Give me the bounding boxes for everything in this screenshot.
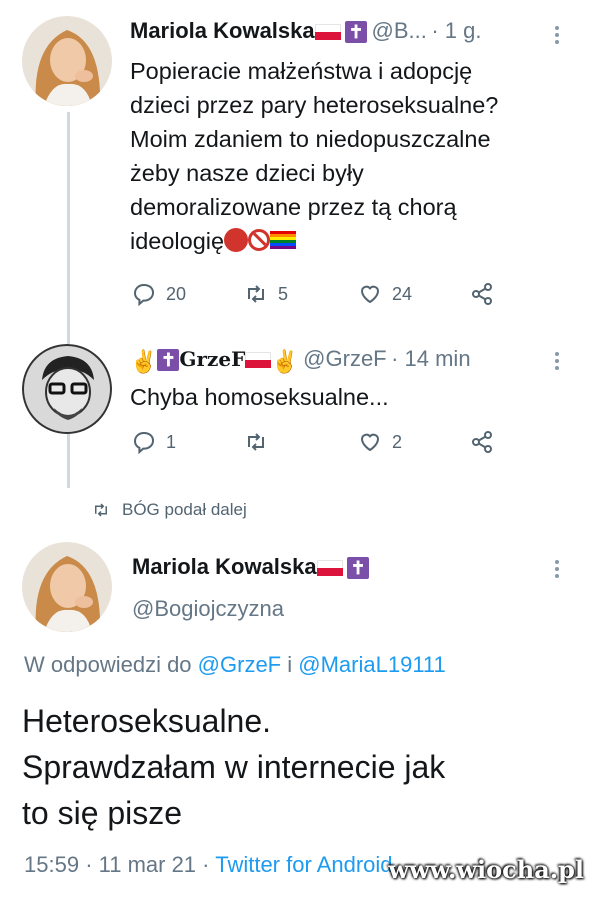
tweet-time[interactable]: · 1 g. <box>431 18 481 43</box>
tweet-text-last: ideologię <box>130 228 225 254</box>
avatar-mariola[interactable] <box>22 16 112 106</box>
victory-hand-icon: ✌ <box>271 348 299 374</box>
tweet-text-line: Sprawdzałam w internecie jak <box>22 749 446 785</box>
tweet-text-line: Popieracie małżeństwa i adopcję <box>130 58 473 84</box>
like-button[interactable]: 24 <box>358 282 470 306</box>
tweet-text-line: ideologię <box>130 224 498 258</box>
retweet-button[interactable] <box>244 430 358 454</box>
tweet-meta: 15:59 · 11 mar 21 · Twitter for Android <box>24 852 393 878</box>
avatar-mariola[interactable] <box>22 542 112 632</box>
prohibited-icon <box>248 228 271 251</box>
reply-and: i <box>287 652 293 677</box>
like-count: 2 <box>392 431 403 452</box>
tweet2-text: Chyba homoseksualne... <box>130 384 389 410</box>
share-button[interactable] <box>470 282 494 306</box>
reply-count: 20 <box>166 283 187 304</box>
tweet2-header: ✌ ✝ GrzeF ✌ @GrzeF · 14 min <box>130 346 471 375</box>
reply-icon <box>133 283 155 306</box>
retweet-icon <box>248 433 264 451</box>
like-icon <box>360 285 380 304</box>
share-icon <box>472 431 492 453</box>
tweet2-actions: 1 2 <box>132 430 494 454</box>
tweet-text-line: to się pisze <box>22 795 183 831</box>
client-link[interactable]: Twitter for Android <box>215 852 392 877</box>
retweet-count: 5 <box>278 283 289 304</box>
retweet-icon <box>95 503 107 517</box>
tweet1-header: Mariola Kowalska ✝ @B... · 1 g. <box>130 18 481 45</box>
like-count: 24 <box>392 283 413 304</box>
tweet1-actions: 20 5 24 <box>132 282 494 306</box>
tweet-time[interactable]: 15:59 <box>24 852 79 877</box>
tweet-time[interactable]: · 14 min <box>391 346 470 371</box>
victory-hand-icon: ✌ <box>130 348 158 374</box>
more-icon[interactable] <box>554 352 560 370</box>
reply-icon <box>133 431 155 454</box>
share-button[interactable] <box>470 430 494 454</box>
watermark: www.wiocha.pl <box>388 855 584 884</box>
poland-flag-icon <box>316 559 343 576</box>
tweet-text-line: żeby nasze dzieci były <box>130 160 364 186</box>
author-handle[interactable]: @GrzeF <box>303 346 386 371</box>
tweet-text-line: dzieci przez pary heteroseksualne? <box>130 92 499 118</box>
poland-flag-icon <box>314 23 341 40</box>
tweet3-header: Mariola Kowalska ✝ <box>132 554 370 581</box>
tweet-text-line: Heteroseksualne. <box>22 703 272 739</box>
reply-prefix: W odpowiedzi do <box>24 652 192 677</box>
angry-face-icon <box>224 227 249 252</box>
tweet3-text: Heteroseksualne. Sprawdzałam w interneci… <box>22 698 445 836</box>
retweet-button[interactable]: 5 <box>244 282 358 306</box>
tweet-text-line: Moim zdaniem to niedopuszczalne <box>130 126 491 152</box>
reply-user-link[interactable]: @MariaL19111 <box>298 652 446 677</box>
author-name[interactable]: Mariola Kowalska <box>130 18 315 43</box>
like-button[interactable]: 2 <box>358 430 470 454</box>
rainbow-flag-icon <box>270 230 297 249</box>
cross-icon: ✝ <box>345 20 368 43</box>
retweet-icon <box>248 285 264 303</box>
more-icon[interactable] <box>554 26 560 44</box>
cross-icon: ✝ <box>347 556 370 579</box>
like-icon <box>360 433 380 452</box>
share-icon <box>472 283 492 305</box>
cross-icon: ✝ <box>157 348 180 371</box>
tweet-text-line: demoralizowane przez tą chorą <box>130 194 457 220</box>
tweet1-text: Popieracie małżeństwa i adopcję dzieci p… <box>130 54 498 258</box>
avatar-grzef[interactable] <box>22 344 112 434</box>
author-handle[interactable]: @Bogiojczyzna <box>132 596 284 622</box>
retweet-note: BÓG podał dalej <box>92 500 247 520</box>
reply-count: 1 <box>166 431 177 452</box>
tweet-date[interactable]: · 11 mar 21 · <box>85 852 209 877</box>
reply-button[interactable]: 1 <box>132 430 244 454</box>
reply-user-link[interactable]: @GrzeF <box>198 652 281 677</box>
author-name[interactable]: GrzeF <box>179 347 245 371</box>
reply-context: W odpowiedzi do @GrzeF i @MariaL19111 <box>24 652 446 678</box>
retweet-note-text[interactable]: BÓG podał dalej <box>122 500 247 520</box>
poland-flag-icon <box>245 351 272 368</box>
reply-button[interactable]: 20 <box>132 282 244 306</box>
more-icon[interactable] <box>554 560 560 578</box>
author-name[interactable]: Mariola Kowalska <box>132 554 317 579</box>
author-handle[interactable]: @B... <box>372 18 427 43</box>
